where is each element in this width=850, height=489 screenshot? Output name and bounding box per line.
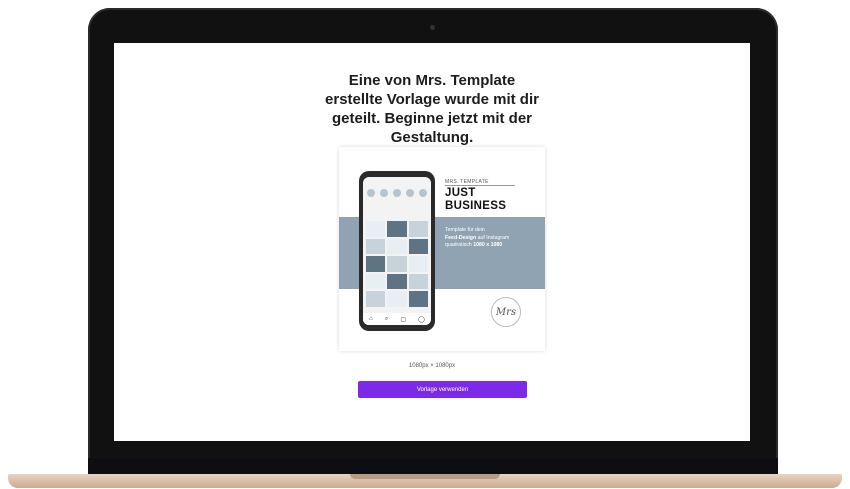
logo-text: Mrs xyxy=(495,306,517,318)
dimensions-label: 1080px × 1080px xyxy=(408,363,456,369)
laptop-notch xyxy=(350,474,500,479)
template-description: Template für dein Feed-Design auf Instag… xyxy=(445,227,537,250)
template-title: JUST xyxy=(445,187,476,199)
profile-icon: ◯ xyxy=(418,316,425,323)
shop-icon: ▢ xyxy=(400,316,407,323)
desc-text: auf Instagram xyxy=(477,234,510,241)
page-heading: Eine von Mrs. Template erstellte Vorlage… xyxy=(114,71,750,147)
story-highlight xyxy=(406,189,414,197)
mrs-logo: Mrs xyxy=(491,297,521,327)
divider xyxy=(445,185,515,186)
story-highlight xyxy=(367,189,375,197)
heading-line: Eine von Mrs. Template xyxy=(348,72,516,89)
heading-line: erstellte Vorlage wurde mit dir xyxy=(325,91,539,108)
phone-screen: ⌂ ⌕ ▢ ◯ xyxy=(363,177,431,325)
template-preview[interactable]: ⌂ ⌕ ▢ ◯ MRS. TEMPLATE JUST BUSINESS Temp… xyxy=(339,147,545,351)
search-icon: ⌕ xyxy=(384,315,389,322)
template-title: BUSINESS xyxy=(445,200,507,212)
heading-line: geteilt. Beginne jetzt mit der xyxy=(331,110,533,127)
story-highlight xyxy=(380,189,388,197)
desc-bold: Feed-Design xyxy=(445,234,477,241)
feed-grid xyxy=(366,221,428,307)
heading-line: Gestaltung. xyxy=(390,129,474,146)
story-highlight xyxy=(393,189,401,197)
desc-bold: 1080 x 1080 xyxy=(473,242,503,248)
story-highlight xyxy=(419,189,427,197)
desc-text: quadratisch xyxy=(445,242,472,248)
phone-mockup: ⌂ ⌕ ▢ ◯ xyxy=(359,171,435,331)
home-icon: ⌂ xyxy=(369,316,373,322)
camera-dot xyxy=(430,25,435,30)
desc-text: Template für dein xyxy=(445,227,485,233)
use-template-button[interactable]: Vorlage verwenden xyxy=(358,381,527,398)
screen: Eine von Mrs. Template erstellte Vorlage… xyxy=(114,43,750,441)
phone-nav-bar: ⌂ ⌕ ▢ ◯ xyxy=(363,313,431,325)
